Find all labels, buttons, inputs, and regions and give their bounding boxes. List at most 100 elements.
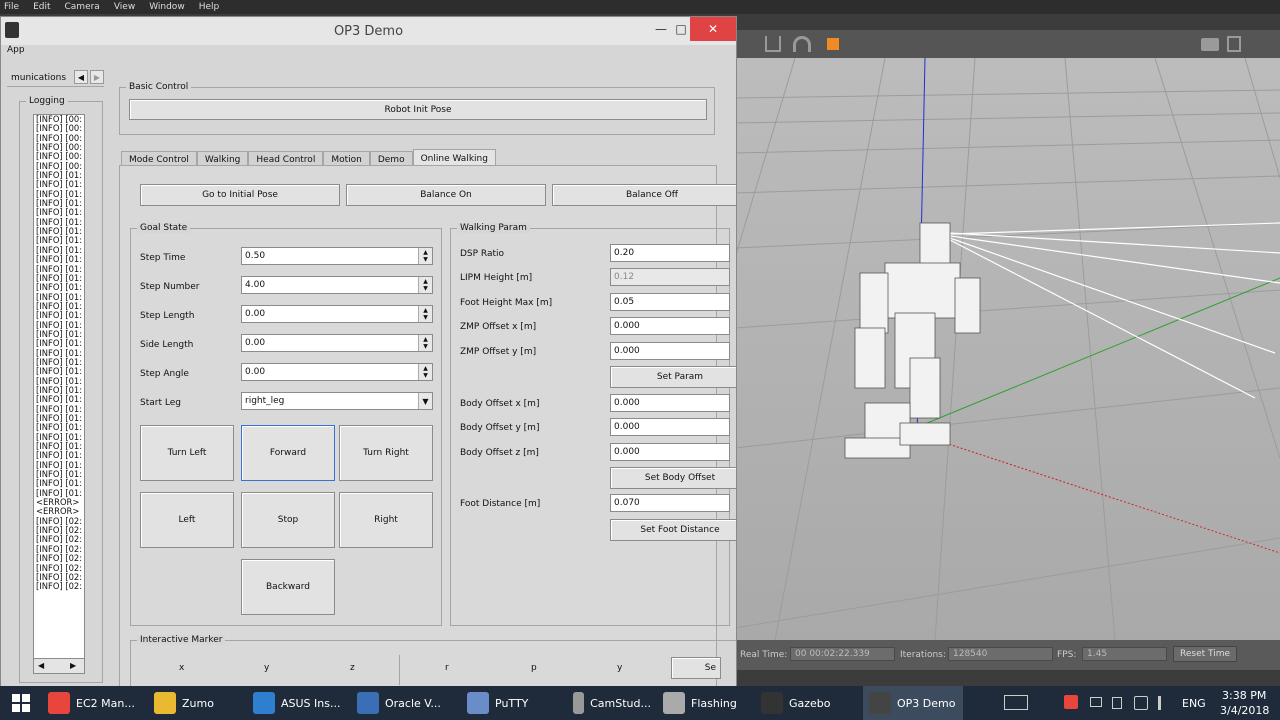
spin-arrows-icon[interactable]: ▲ ▼ xyxy=(418,248,432,264)
scene-grid xyxy=(735,58,1280,640)
start-button[interactable] xyxy=(0,686,42,720)
forward-button[interactable]: Forward xyxy=(241,425,335,481)
real-time-label: Real Time: xyxy=(740,650,788,660)
clock-date[interactable]: 3/4/2018 xyxy=(1220,704,1269,717)
spin-arrows-icon[interactable]: ▲ ▼ xyxy=(418,335,432,351)
taskbar-item[interactable]: CamStud... xyxy=(567,686,657,720)
tab-scroll-right-icon[interactable]: ▶ xyxy=(90,70,104,84)
network-icon[interactable] xyxy=(1134,696,1148,710)
tab-communications[interactable]: munications xyxy=(11,73,66,83)
right-button[interactable]: Right xyxy=(339,492,433,548)
menu-view[interactable]: View xyxy=(114,2,135,12)
iterations-field: 128540 xyxy=(948,647,1053,661)
set-param-button[interactable]: Set Param xyxy=(610,366,736,388)
step-time-spinbox[interactable]: 0.50 ▲ ▼ xyxy=(241,247,433,265)
start-leg-select[interactable]: right_leg ▼ xyxy=(241,392,433,410)
tray-icon[interactable] xyxy=(1064,695,1078,709)
zmp-x-input[interactable]: 0.000 xyxy=(610,317,730,335)
log-line: [INFO] [02: xyxy=(36,581,83,592)
taskbar-item-label: Flashing xyxy=(691,696,737,710)
marker-x-label: x xyxy=(179,663,185,673)
tab-scroll-left-icon[interactable]: ◀ xyxy=(74,70,88,84)
color-icon[interactable] xyxy=(827,38,839,50)
taskbar-item[interactable]: Oracle V... xyxy=(351,686,461,720)
record-icon[interactable] xyxy=(1227,36,1241,52)
menu-file[interactable]: File xyxy=(4,2,19,12)
chevron-down-icon[interactable]: ▼ xyxy=(418,393,432,409)
menu-window[interactable]: Window xyxy=(149,2,185,12)
taskbar-item[interactable]: OP3 Demo xyxy=(863,686,963,720)
marker-set-button[interactable]: Se xyxy=(671,657,721,679)
keyboard-icon[interactable] xyxy=(1004,695,1028,710)
marker-y-label: y xyxy=(264,663,270,673)
balance-on-button[interactable]: Balance On xyxy=(346,184,546,206)
foot-distance-label: Foot Distance [m] xyxy=(460,499,541,509)
app-icon xyxy=(154,692,176,714)
close-icon[interactable]: ✕ xyxy=(690,17,736,41)
app-icon xyxy=(663,692,685,714)
app-icon xyxy=(357,692,379,714)
stop-button[interactable]: Stop xyxy=(241,492,335,548)
clock-time[interactable]: 3:38 PM xyxy=(1222,689,1266,702)
scroll-left-icon[interactable]: ◀ xyxy=(38,661,44,670)
app-menu[interactable]: App xyxy=(1,45,736,61)
reset-time-button[interactable]: Reset Time xyxy=(1173,646,1238,662)
foot-height-input[interactable]: 0.05 xyxy=(610,293,730,311)
taskbar-item[interactable]: Flashing xyxy=(657,686,755,720)
log-hscroll[interactable]: ◀ ▶ xyxy=(33,658,85,674)
set-foot-distance-button[interactable]: Set Foot Distance xyxy=(610,519,736,541)
tray-app-icon[interactable] xyxy=(1090,697,1102,707)
walking-param-title: Walking Param xyxy=(457,223,530,233)
volume-icon[interactable] xyxy=(1158,696,1172,710)
body-x-input[interactable]: 0.000 xyxy=(610,394,730,412)
left-button[interactable]: Left xyxy=(140,492,234,548)
body-y-input[interactable]: 0.000 xyxy=(610,418,730,436)
taskbar-item[interactable]: Zumo xyxy=(148,686,247,720)
camera-icon[interactable] xyxy=(1201,38,1219,51)
backward-button[interactable]: Backward xyxy=(241,559,335,615)
log-list[interactable]: [INFO] [00: [INFO] [00: [INFO] [00: [INFO] … xyxy=(33,114,85,674)
menu-camera[interactable]: Camera xyxy=(65,2,100,12)
marker-yaw-label: y xyxy=(617,663,623,673)
taskbar-item[interactable]: Gazebo xyxy=(755,686,863,720)
online-walking-panel: Go to Initial Pose Balance On Balance Of… xyxy=(119,165,736,687)
window-title-bar[interactable]: OP3 Demo xyxy=(1,17,736,45)
step-number-spinbox[interactable]: 4.00 ▲ ▼ xyxy=(241,276,433,294)
battery-icon[interactable] xyxy=(1112,697,1122,709)
scroll-right-icon[interactable]: ▶ xyxy=(70,661,76,670)
step-length-value: 0.00 xyxy=(245,309,266,319)
zmp-y-input[interactable]: 0.000 xyxy=(610,342,730,360)
zmp-x-label: ZMP Offset x [m] xyxy=(460,322,537,332)
go-initial-pose-button[interactable]: Go to Initial Pose xyxy=(140,184,340,206)
robot-init-pose-button[interactable]: Robot Init Pose xyxy=(129,99,707,120)
menu-help[interactable]: Help xyxy=(199,2,220,12)
turn-right-button[interactable]: Turn Right xyxy=(339,425,433,481)
logging-group: Logging [INFO] [00: [INFO] [00: [INFO] [00… xyxy=(19,96,103,683)
spin-arrows-icon[interactable]: ▲ ▼ xyxy=(418,364,432,380)
left-tab-bar: munications ◀ ▶ xyxy=(7,69,104,87)
spin-arrows-icon[interactable]: ▲ ▼ xyxy=(418,277,432,293)
spin-arrows-icon[interactable]: ▲ ▼ xyxy=(418,306,432,322)
magnet-icon[interactable] xyxy=(793,36,811,52)
step-angle-spinbox[interactable]: 0.00 ▲ ▼ xyxy=(241,363,433,381)
foot-distance-input[interactable]: 0.070 xyxy=(610,494,730,512)
taskbar-item[interactable]: ASUS Ins... xyxy=(247,686,351,720)
body-z-input[interactable]: 0.000 xyxy=(610,443,730,461)
menu-edit[interactable]: Edit xyxy=(33,2,50,12)
language-indicator[interactable]: ENG xyxy=(1182,697,1206,710)
side-length-spinbox[interactable]: 0.00 ▲ ▼ xyxy=(241,334,433,352)
set-body-offset-button[interactable]: Set Body Offset xyxy=(610,467,736,489)
align-icon[interactable] xyxy=(765,36,781,52)
turn-left-button[interactable]: Turn Left xyxy=(140,425,234,481)
taskbar-item-label: CamStud... xyxy=(590,696,651,710)
basic-control-group: Basic Control Robot Init Pose xyxy=(119,82,715,135)
balance-off-button[interactable]: Balance Off xyxy=(552,184,736,206)
walking-param-group: Walking Param DSP Ratio 0.20 LIPM Height… xyxy=(450,223,736,626)
dsp-ratio-input[interactable]: 0.20 xyxy=(610,244,730,262)
app-icon xyxy=(573,692,585,714)
gazebo-3d-view[interactable] xyxy=(735,58,1280,640)
body-x-label: Body Offset x [m] xyxy=(460,399,540,409)
taskbar-item[interactable]: EC2 Man... xyxy=(42,686,148,720)
step-length-spinbox[interactable]: 0.00 ▲ ▼ xyxy=(241,305,433,323)
taskbar-item[interactable]: PuTTY xyxy=(461,686,567,720)
